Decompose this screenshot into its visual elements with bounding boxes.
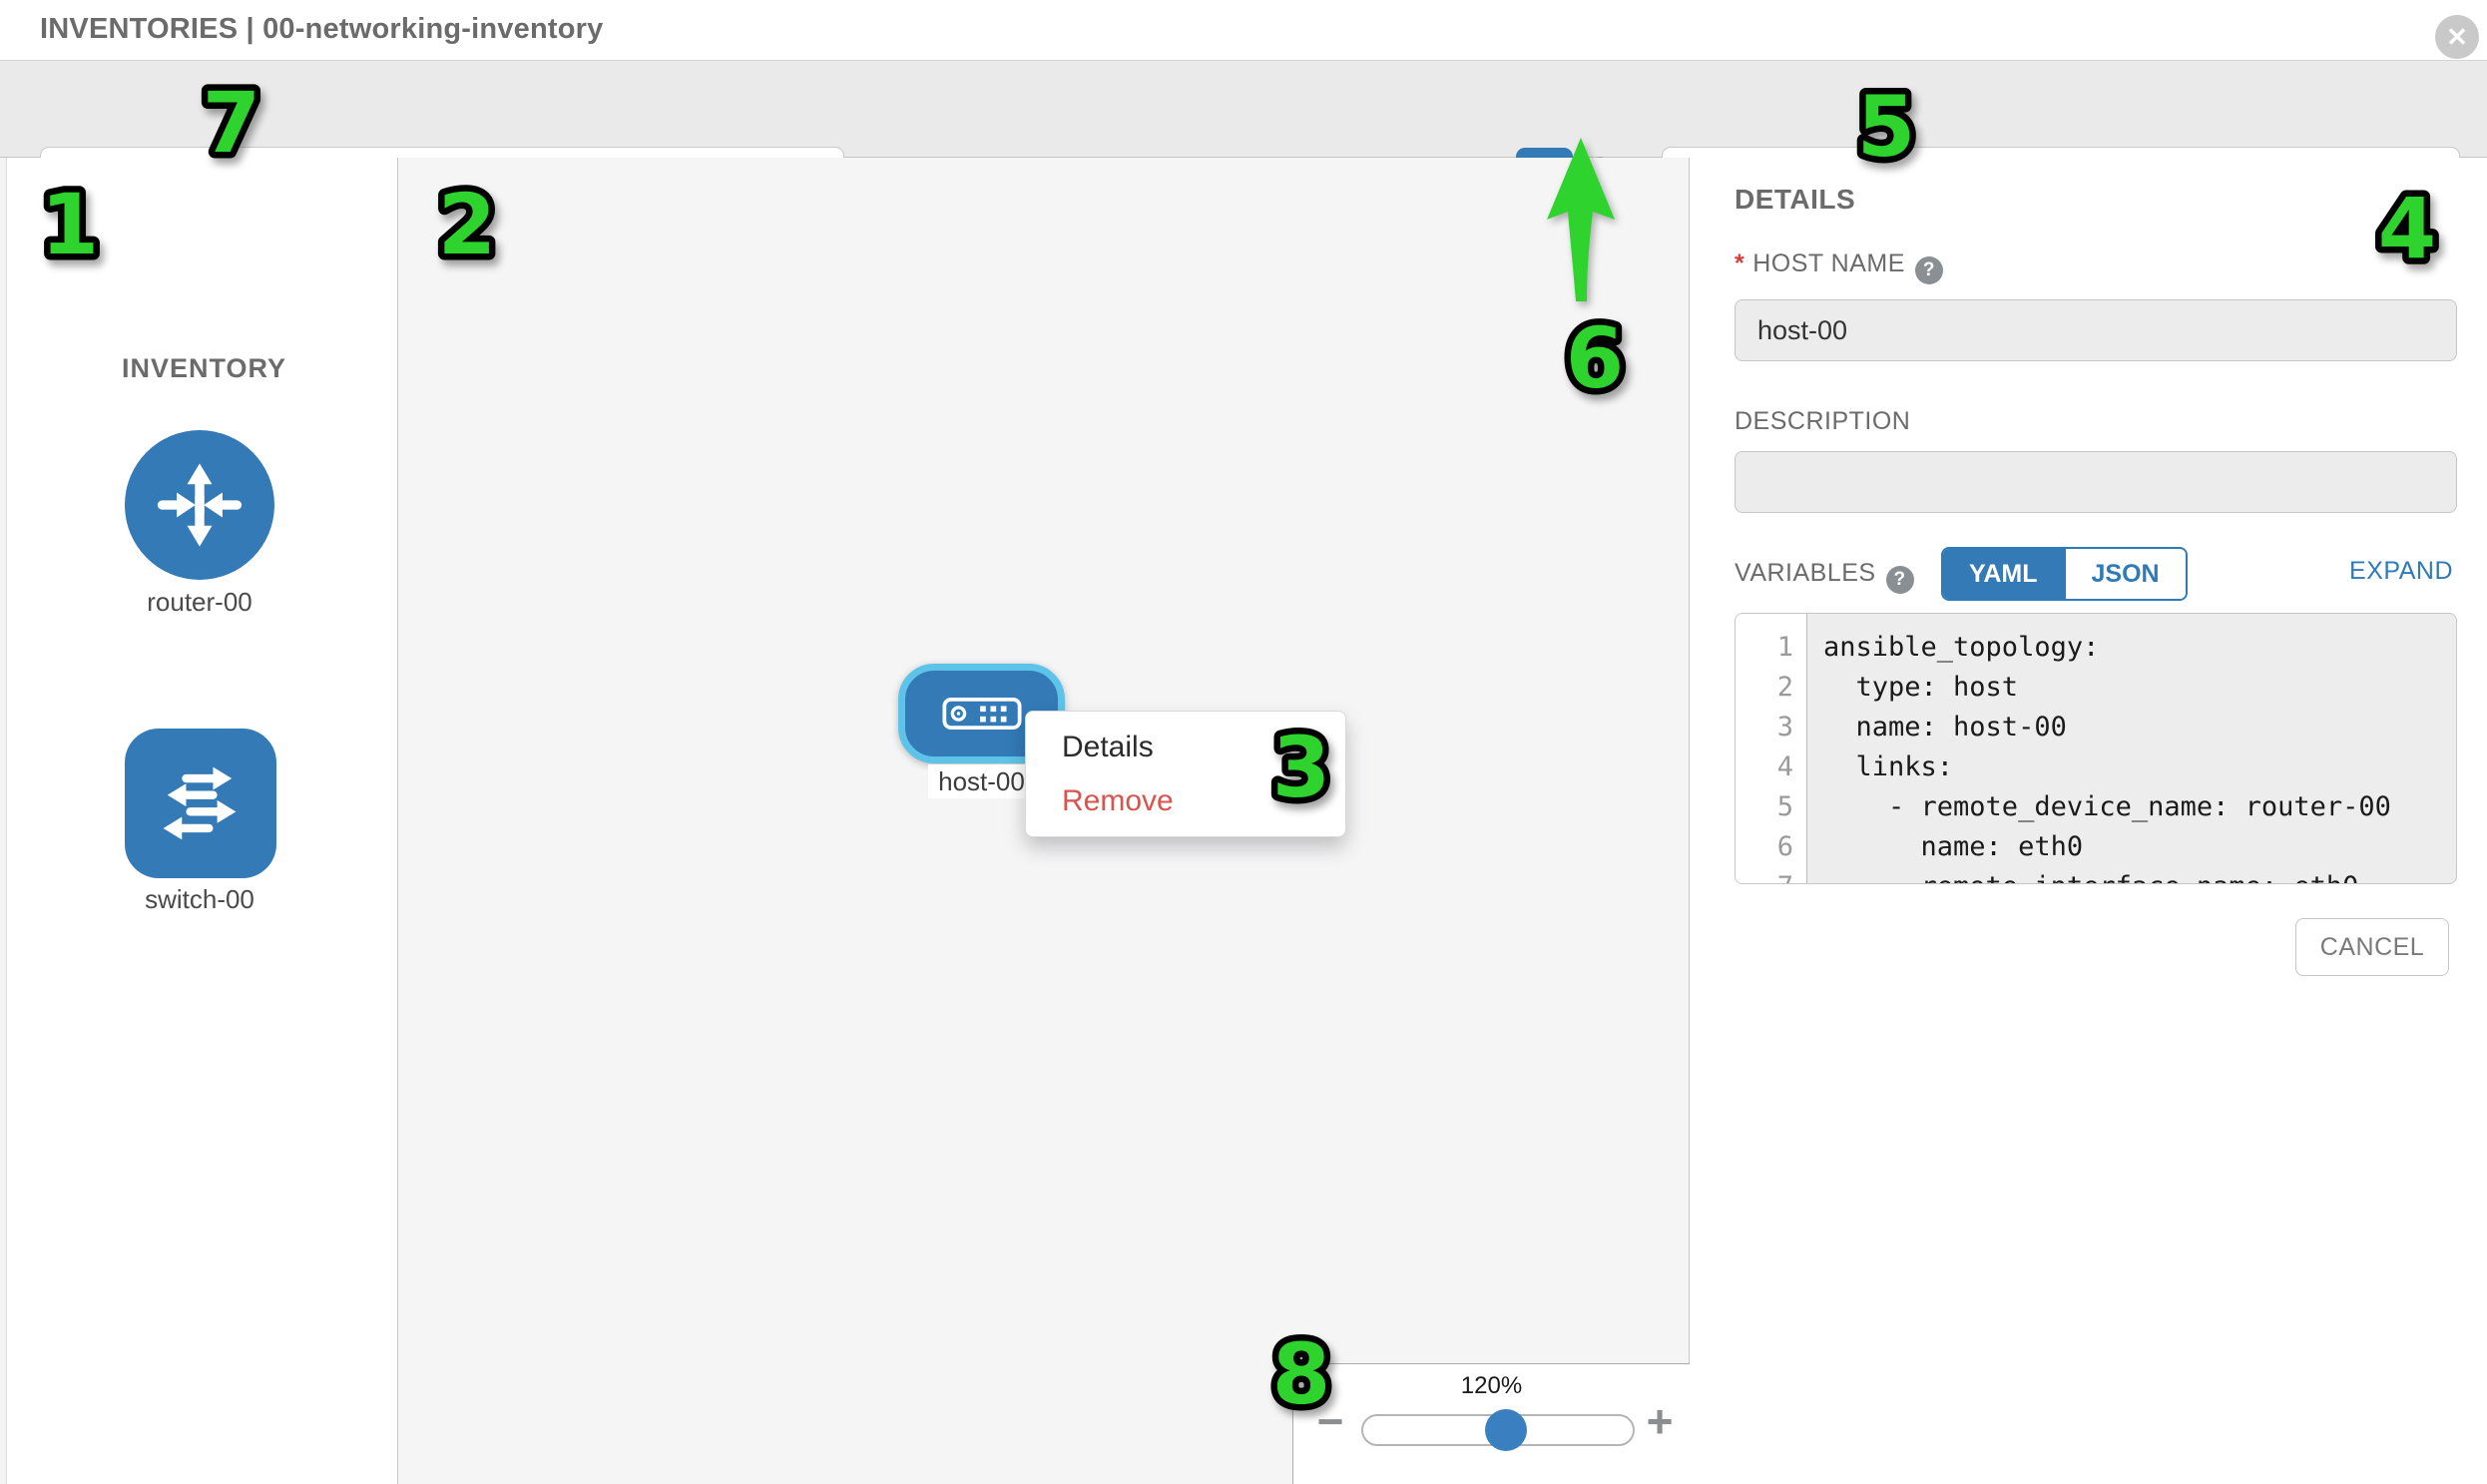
zoom-control: 120% − + [1292,1363,1690,1484]
page-title: INVENTORIES | 00-networking-inventory [40,13,603,46]
close-icon[interactable]: ✕ [2435,15,2479,59]
switch-icon [149,751,252,855]
zoom-level-value: 120% [1293,1372,1690,1400]
host-name-input[interactable] [1735,299,2457,361]
sidebar-title: INVENTORY [122,353,286,384]
sidebar-item-router-label: router-00 [125,587,274,618]
zoom-slider-track[interactable] [1361,1414,1635,1446]
editor-lines: 1ansible_topology: 2 type: host 3 name: … [1736,628,2456,884]
host-name-label: *HOST NAME? [1735,249,1943,284]
router-icon [148,453,251,557]
variables-format-toggle: YAML JSON [1941,547,2188,601]
host-icon [942,698,1022,730]
menu-item-details[interactable]: Details [1026,721,1345,774]
sidebar-item-switch-label: switch-00 [125,884,274,915]
toolbar: ACTIONS SEARCH [0,61,2487,158]
sidebar-item-router[interactable] [125,430,274,580]
description-input[interactable] [1735,451,2457,513]
menu-item-remove[interactable]: Remove [1026,774,1345,828]
required-asterisk: * [1735,249,1744,277]
toggle-json[interactable]: JSON [2064,549,2186,599]
details-panel: DETAILS *HOST NAME? DESCRIPTION VARIABLE… [1690,158,2487,1484]
header: INVENTORIES | 00-networking-inventory ✕ [0,0,2487,61]
sidebar-left-edge [0,158,7,1484]
help-icon[interactable]: ? [1886,566,1914,594]
description-label: DESCRIPTION [1735,407,1910,436]
variables-label: VARIABLES? [1735,559,1914,594]
expand-link[interactable]: EXPAND [2349,557,2453,586]
help-icon[interactable]: ? [1915,256,1943,284]
inventory-topology-page: INVENTORIES | 00-networking-inventory ✕ … [0,0,2487,1484]
sidebar-item-switch[interactable] [125,729,276,878]
inventory-sidebar: INVENTORY router-00 [0,158,398,1484]
details-panel-title: DETAILS [1735,184,1855,216]
node-context-menu: Details Remove [1025,711,1346,837]
topology-canvas[interactable]: host-00 Details Remove 120% − + [398,158,1690,1484]
zoom-slider-thumb[interactable] [1485,1409,1527,1451]
cancel-button[interactable]: CANCEL [2295,918,2449,976]
zoom-out-button[interactable]: − [1307,1398,1353,1444]
variables-code-editor[interactable]: 1ansible_topology: 2 type: host 3 name: … [1735,613,2457,884]
toggle-yaml[interactable]: YAML [1943,549,2064,599]
zoom-in-button[interactable]: + [1637,1398,1683,1444]
